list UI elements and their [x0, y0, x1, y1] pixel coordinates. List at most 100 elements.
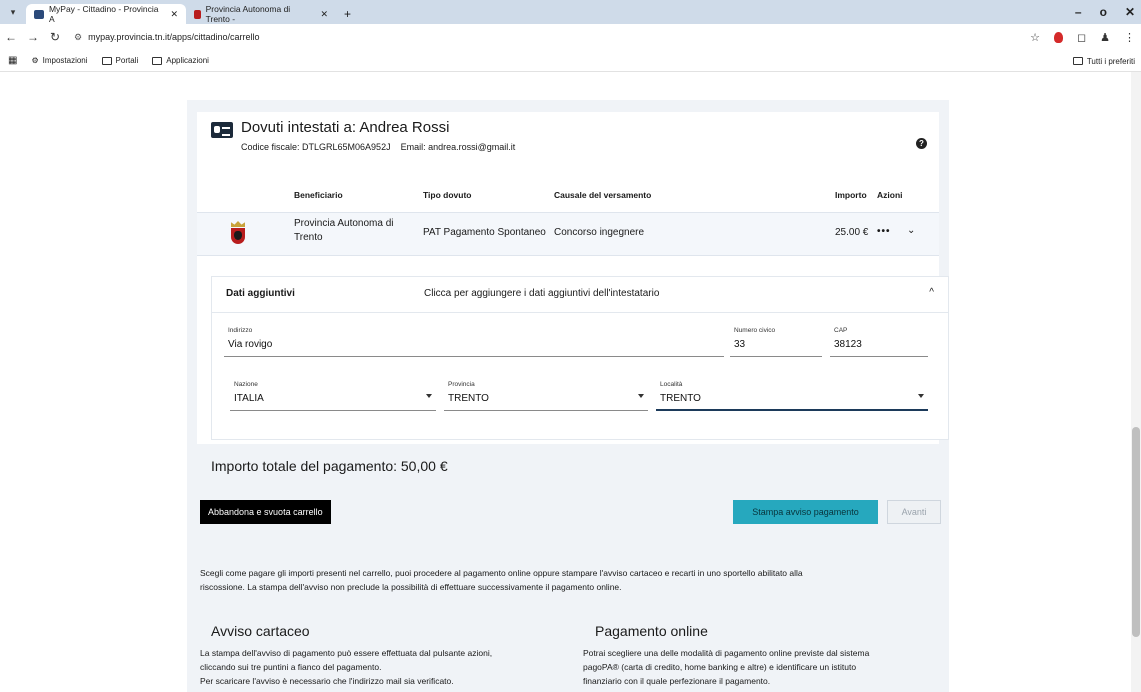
field-value: 38123 — [834, 339, 862, 350]
address-bar: ← → ↻ ⚙ mypay.provincia.tn.it/apps/citta… — [0, 24, 1141, 50]
browser-tab-mypay[interactable]: MyPay - Cittadino - Provincia A ✕ — [26, 4, 186, 24]
owner-details: Codice fiscale: DTLGRL65M06A952J Email: … — [241, 142, 515, 152]
paper-notice-line: Per scaricare l'avviso è necessario che … — [200, 676, 454, 686]
page-scrollbar[interactable] — [1131, 72, 1141, 692]
cell-importo: 25.00 € — [835, 227, 869, 238]
browser-tab-provincia[interactable]: Provincia Autonoma di Trento - ✕ — [186, 4, 336, 24]
additional-data-form: Indirizzo Via rovigo Numero civico 33 CA… — [224, 323, 936, 435]
header-causale: Causale del versamento — [554, 190, 652, 200]
field-value: 33 — [734, 339, 746, 350]
tab-title: Provincia Autonoma di Trento - — [205, 4, 291, 24]
forward-icon[interactable]: → — [22, 30, 44, 44]
cell-beneficiario: Provincia Autonoma di Trento — [294, 217, 394, 245]
mypay-favicon-icon — [34, 9, 44, 19]
bookmarks-bar: ▦ ⚙ Impostazioni Portali Applicazioni Tu… — [0, 50, 1141, 72]
scrollbar-thumb[interactable] — [1132, 427, 1140, 637]
abandon-cart-button[interactable]: Abbandona e svuota carrello — [200, 500, 331, 524]
crest-icon — [230, 221, 246, 245]
next-button[interactable]: Avanti — [887, 500, 941, 524]
folder-icon — [1072, 57, 1083, 65]
online-payment-line: Potrai scegliere una delle modalità di p… — [583, 648, 870, 658]
field-label: Indirizzo — [228, 327, 253, 334]
bookmark-label: Portali — [115, 56, 139, 65]
close-tab-icon[interactable]: ✕ — [320, 9, 328, 20]
field-value: ITALIA — [234, 393, 264, 404]
close-tab-icon[interactable]: ✕ — [170, 9, 178, 20]
star-icon[interactable]: ☆ — [1030, 31, 1040, 44]
beneficiario-line1: Provincia Autonoma di — [294, 218, 394, 229]
url-field[interactable]: ⚙ mypay.provincia.tn.it/apps/cittadino/c… — [74, 32, 260, 43]
chevron-up-icon[interactable]: ^ — [929, 287, 934, 298]
header-importo: Importo — [835, 190, 867, 200]
cap-field[interactable]: CAP 38123 — [830, 327, 928, 357]
row-actions-menu-icon[interactable]: ••• — [877, 226, 891, 237]
extensions-puzzle-icon[interactable]: ◻ — [1077, 31, 1086, 44]
new-tab-button[interactable]: + — [336, 4, 359, 24]
id-card-icon — [211, 122, 233, 138]
folder-icon — [152, 56, 163, 65]
paper-notice-line: La stampa dell'avviso di pagamento può e… — [200, 648, 493, 658]
extension-icon[interactable] — [1053, 31, 1063, 43]
profile-icon[interactable]: ♟ — [1100, 31, 1110, 44]
header-tipo-dovuto: Tipo dovuto — [423, 190, 472, 200]
table-header: Beneficiario Tipo dovuto Causale del ver… — [197, 186, 939, 206]
bookmark-impostazioni[interactable]: ⚙ Impostazioni — [31, 56, 87, 65]
bookmark-all-favorites[interactable]: Tutti i preferiti — [1072, 50, 1135, 72]
help-icon[interactable]: ? — [916, 138, 927, 149]
row-expand-chevron-down-icon[interactable]: ⌄ — [907, 225, 915, 236]
provincia-favicon-icon — [194, 9, 201, 19]
paper-notice-text: La stampa dell'avviso di pagamento può e… — [200, 646, 492, 688]
site-info-icon[interactable]: ⚙ — [74, 32, 82, 43]
field-label: Provincia — [448, 381, 475, 388]
additional-data-title: Dati aggiuntivi — [226, 288, 295, 299]
minimize-icon[interactable]: – — [1075, 5, 1082, 19]
info-line: riscossione. La stampa dell'avviso non p… — [200, 582, 622, 592]
maximize-icon[interactable]: o — [1100, 5, 1107, 19]
apps-grid-icon[interactable]: ▦ — [8, 55, 17, 66]
online-payment-title: Pagamento online — [595, 623, 708, 639]
browser-tab-bar: ▾ MyPay - Cittadino - Provincia A ✕ Prov… — [0, 0, 1141, 24]
online-payment-line: pagoPA® (carta di credito, home banking … — [583, 662, 857, 672]
additional-data-header[interactable]: Dati aggiuntivi Clicca per aggiungere i … — [212, 277, 948, 313]
provincia-select[interactable]: Provincia TRENTO — [444, 381, 648, 411]
back-icon[interactable]: ← — [0, 30, 22, 44]
numero-civico-field[interactable]: Numero civico 33 — [730, 327, 822, 357]
localita-select[interactable]: Località TRENTO — [656, 381, 928, 411]
payment-info-text: Scegli come pagare gli importi presenti … — [200, 566, 940, 594]
print-notice-button[interactable]: Stampa avviso pagamento — [733, 500, 878, 524]
beneficiario-line2: Trento — [294, 232, 323, 243]
close-window-icon[interactable]: ✕ — [1125, 5, 1135, 19]
url-text: mypay.provincia.tn.it/apps/cittadino/car… — [88, 32, 260, 42]
dropdown-caret-icon — [638, 394, 644, 398]
window-controls: – o ✕ — [1075, 0, 1135, 24]
bookmark-portali[interactable]: Portali — [101, 56, 139, 65]
dropdown-caret-icon — [426, 394, 432, 398]
field-label: Località — [660, 381, 683, 388]
owner-email: Email: andrea.rossi@gmail.it — [400, 142, 516, 152]
payment-total: Importo totale del pagamento: 50,00 € — [211, 458, 448, 474]
bookmark-applicazioni[interactable]: Applicazioni — [152, 56, 209, 65]
nazione-select[interactable]: Nazione ITALIA — [230, 381, 436, 411]
menu-icon[interactable]: ⋮ — [1124, 31, 1135, 44]
codice-fiscale: Codice fiscale: DTLGRL65M06A952J — [241, 142, 391, 152]
field-value: TRENTO — [448, 393, 489, 404]
bookmark-label: Impostazioni — [42, 56, 88, 65]
info-line: Scegli come pagare gli importi presenti … — [200, 568, 803, 578]
header-beneficiario: Beneficiario — [294, 190, 343, 200]
field-value: Via rovigo — [228, 339, 273, 350]
tab-title: MyPay - Cittadino - Provincia A — [48, 4, 159, 24]
online-payment-line: finanziario con il quale perfezionare il… — [583, 676, 771, 686]
indirizzo-field[interactable]: Indirizzo Via rovigo — [224, 327, 724, 357]
tab-search-icon[interactable]: ▾ — [0, 0, 26, 24]
bookmark-label: Applicazioni — [166, 56, 209, 65]
table-row: Provincia Autonoma di Trento PAT Pagamen… — [197, 212, 939, 256]
reload-icon[interactable]: ↻ — [44, 30, 66, 44]
additional-data-description: Clicca per aggiungere i dati aggiuntivi … — [424, 288, 660, 299]
header-azioni: Azioni — [877, 190, 903, 200]
field-label: CAP — [834, 327, 848, 334]
owner-title: Dovuti intestati a: Andrea Rossi — [241, 119, 450, 136]
paper-notice-title: Avviso cartaceo — [211, 623, 310, 639]
field-label: Numero civico — [734, 327, 776, 334]
cart-panel: Dovuti intestati a: Andrea Rossi Codice … — [187, 100, 949, 692]
field-value: TRENTO — [660, 393, 701, 404]
